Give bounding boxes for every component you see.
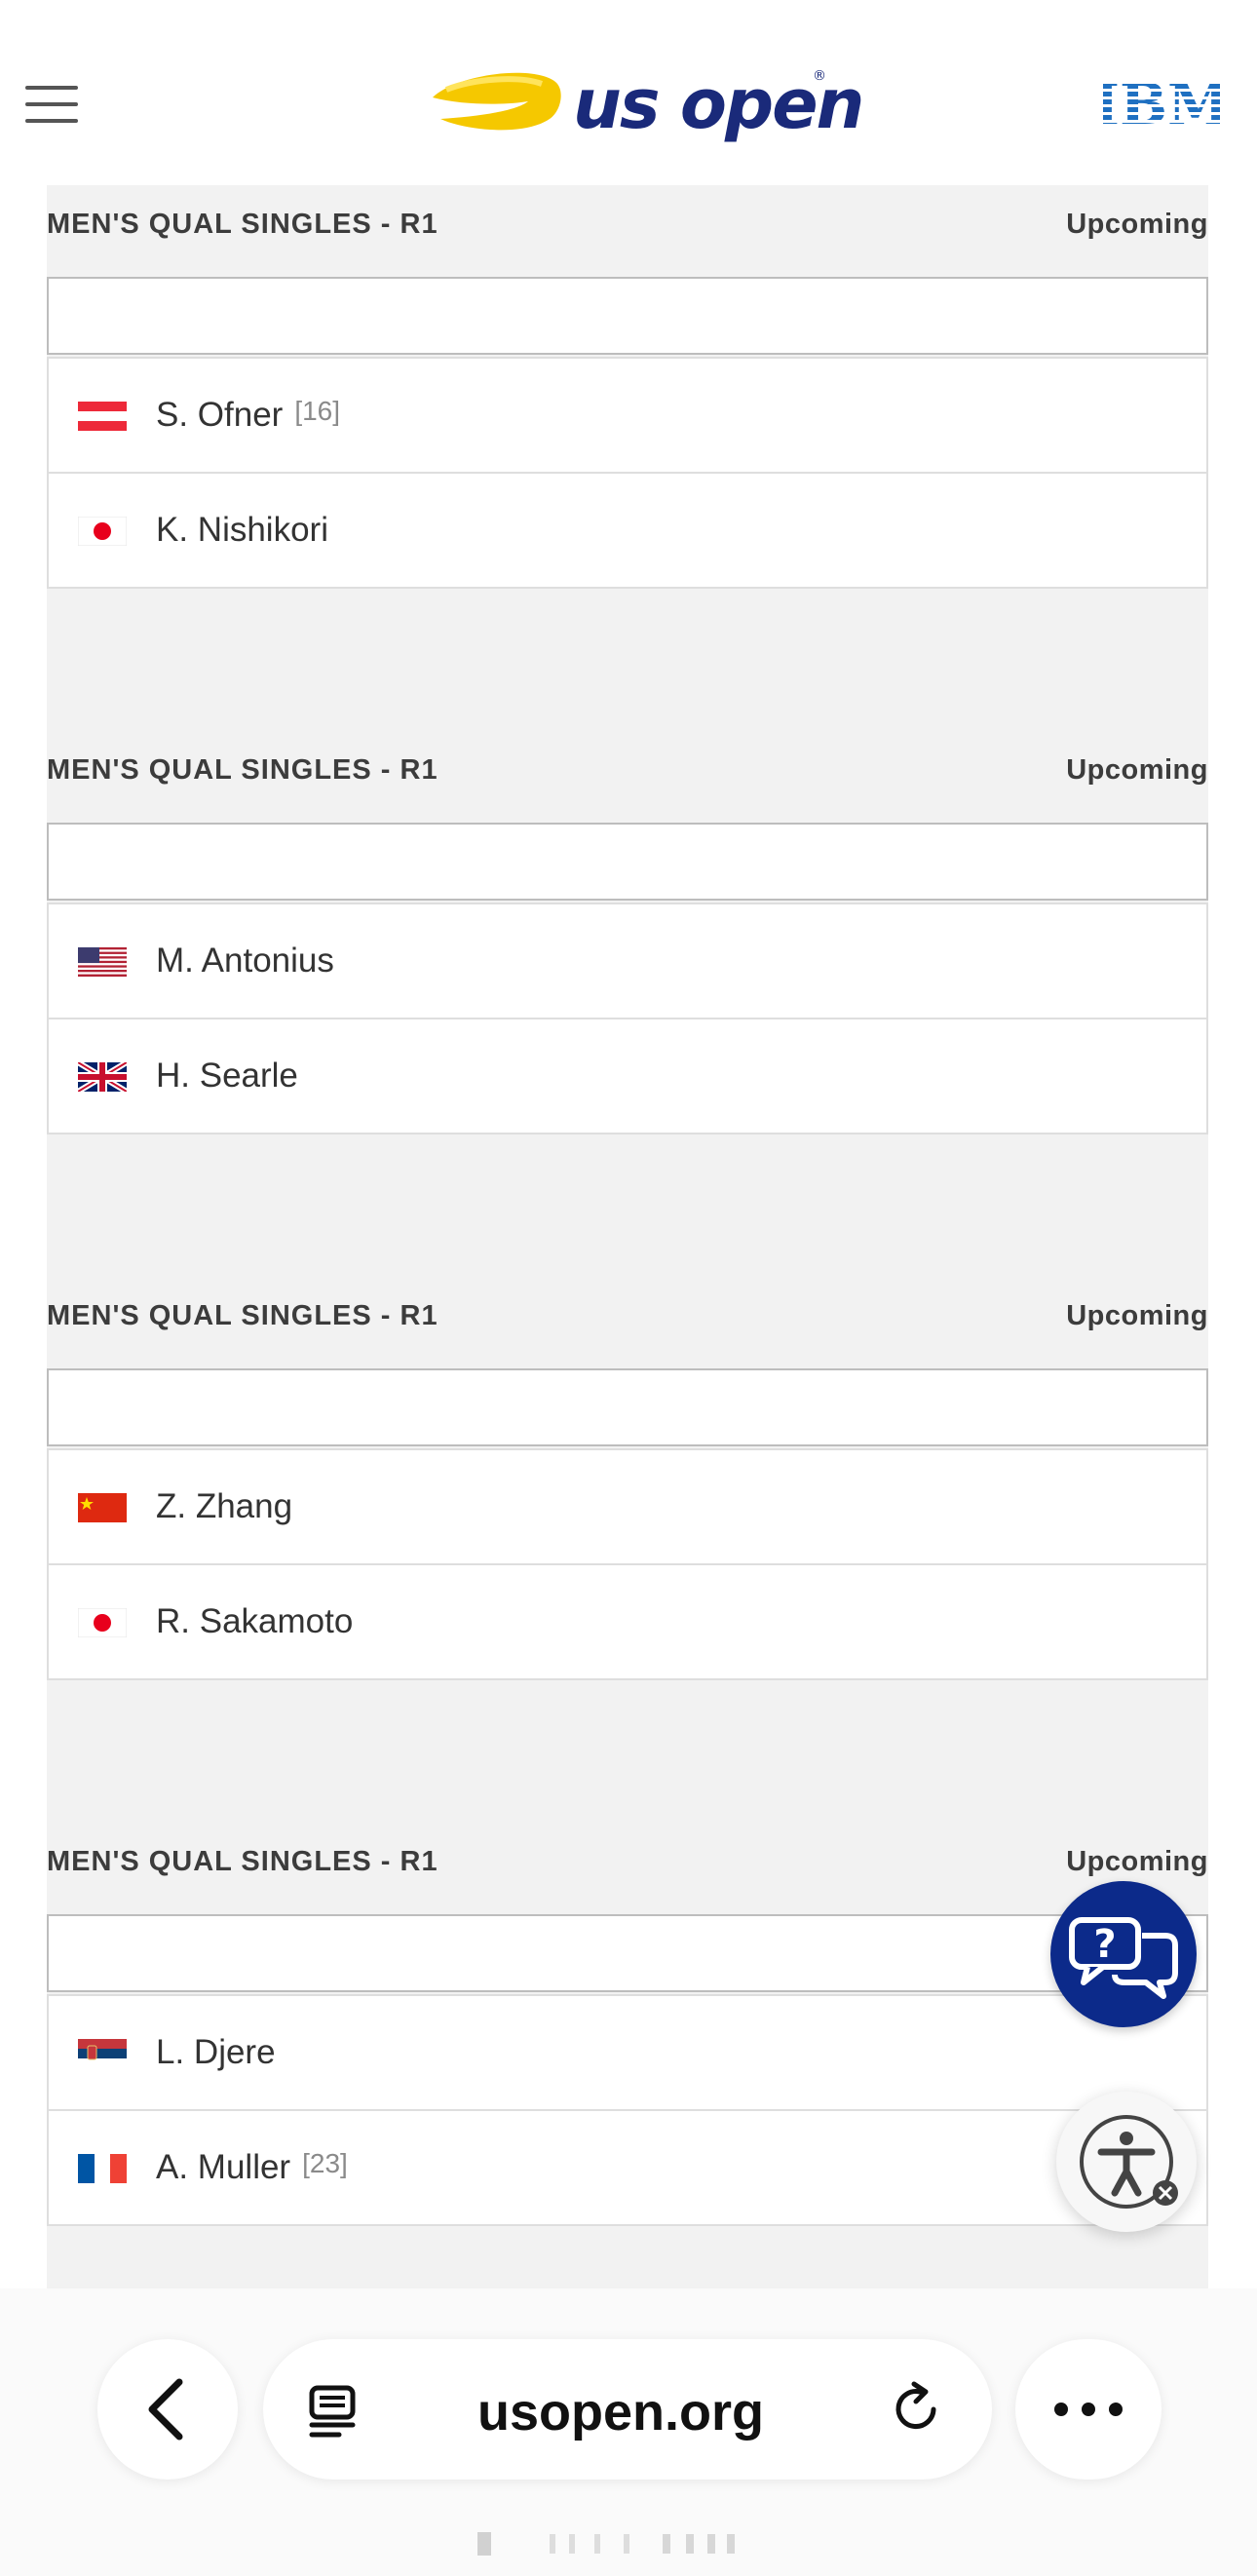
player-row[interactable]: S. Ofner [16] [49, 359, 1206, 474]
player-name: M. Antonius [156, 942, 334, 980]
address-bar[interactable]: usopen.org [263, 2339, 992, 2480]
reader-mode-icon[interactable] [304, 2382, 362, 2441]
ibm-logo[interactable]: IBM [1093, 71, 1230, 137]
player-row[interactable]: R. Sakamoto [49, 1565, 1206, 1678]
site-header: us open ® IBM [0, 0, 1257, 185]
match-status: Upcoming [1066, 1846, 1208, 1877]
match-header: MEN'S QUAL SINGLES - R1 Upcoming [47, 1300, 1208, 1339]
usa-flag-icon [78, 947, 127, 977]
chevron-left-icon [148, 2378, 183, 2441]
player-name-wrap: S. Ofner [16] [156, 396, 340, 435]
round-label: MEN'S QUAL SINGLES - R1 [47, 754, 438, 786]
china-flag-icon [78, 1493, 127, 1522]
accessibility-button[interactable] [1056, 2092, 1197, 2232]
match-status: Upcoming [1066, 1300, 1208, 1331]
score-bar [47, 277, 1208, 355]
player-seed: [16] [294, 396, 341, 426]
match-header: MEN'S QUAL SINGLES - R1 Upcoming [47, 209, 1208, 248]
player-name: H. Searle [156, 1057, 298, 1095]
url-text: usopen.org [477, 2383, 764, 2441]
accessibility-icon [1080, 2115, 1178, 2209]
player-seed: [23] [302, 2148, 348, 2178]
austria-flag-icon [78, 402, 127, 431]
player-name-wrap: Z. Zhang [156, 1487, 292, 1526]
player-row[interactable]: M. Antonius [49, 904, 1206, 1019]
players-list: Z. Zhang R. Sakamoto [47, 1448, 1208, 1680]
player-name-wrap: R. Sakamoto [156, 1602, 353, 1641]
round-label: MEN'S QUAL SINGLES - R1 [47, 1300, 438, 1331]
match-header: MEN'S QUAL SINGLES - R1 Upcoming [47, 754, 1208, 793]
browser-toolbar: usopen.org [0, 2288, 1257, 2576]
player-name-wrap: A. Muller [23] [156, 2148, 348, 2187]
players-list: M. Antonius H. Searle [47, 903, 1208, 1134]
player-name: R. Sakamoto [156, 1602, 354, 1640]
serbia-flag-icon [78, 2039, 127, 2068]
player-row[interactable]: A. Muller [23] [49, 2111, 1206, 2224]
round-label: MEN'S QUAL SINGLES - R1 [47, 209, 438, 240]
japan-flag-icon [78, 517, 127, 546]
back-button[interactable] [97, 2339, 238, 2480]
registered-mark: ® [813, 68, 826, 84]
player-name: A. Muller [156, 2148, 291, 2186]
ibm-logo-text: IBM [1103, 76, 1220, 129]
tennis-ball-swoosh-icon [433, 72, 561, 131]
france-flag-icon [78, 2154, 127, 2183]
chat-help-button[interactable]: ? [1050, 1881, 1197, 2027]
round-label: MEN'S QUAL SINGLES - R1 [47, 1846, 438, 1877]
score-bar [47, 1368, 1208, 1446]
svg-text:?: ? [1093, 1922, 1116, 1967]
player-name-wrap: M. Antonius [156, 942, 334, 980]
match-status: Upcoming [1066, 209, 1208, 240]
reload-icon[interactable] [887, 2380, 947, 2441]
great-britain-flag-icon [78, 1062, 127, 1092]
player-name: S. Ofner [156, 396, 284, 434]
hamburger-menu-icon[interactable] [25, 86, 78, 125]
more-icon [1054, 2403, 1123, 2416]
japan-flag-icon [78, 1608, 127, 1637]
player-name: Z. Zhang [156, 1487, 293, 1525]
player-row[interactable]: H. Searle [49, 1019, 1206, 1133]
score-bar [47, 1914, 1208, 1992]
player-name: K. Nishikori [156, 511, 328, 549]
chat-help-icon: ? [1069, 1917, 1178, 1999]
player-name-wrap: K. Nishikori [156, 511, 328, 550]
players-list: S. Ofner [16] K. Nishikori [47, 357, 1208, 589]
match-list: MEN'S QUAL SINGLES - R1 Upcoming S. Ofne… [47, 185, 1208, 2288]
players-list: L. Djere A. Muller [23] [47, 1994, 1208, 2226]
score-bar [47, 823, 1208, 901]
us-open-logo[interactable]: us open ® [427, 58, 864, 156]
player-row[interactable]: K. Nishikori [49, 474, 1206, 587]
match-header: MEN'S QUAL SINGLES - R1 Upcoming [47, 1846, 1208, 1885]
more-button[interactable] [1015, 2339, 1162, 2480]
match-status: Upcoming [1066, 754, 1208, 786]
player-row[interactable]: Z. Zhang [49, 1450, 1206, 1565]
player-name-wrap: L. Djere [156, 2033, 276, 2072]
player-row[interactable]: L. Djere [49, 1996, 1206, 2111]
home-indicator [477, 2532, 735, 2556]
player-name: L. Djere [156, 2033, 276, 2071]
player-name-wrap: H. Searle [156, 1057, 298, 1096]
